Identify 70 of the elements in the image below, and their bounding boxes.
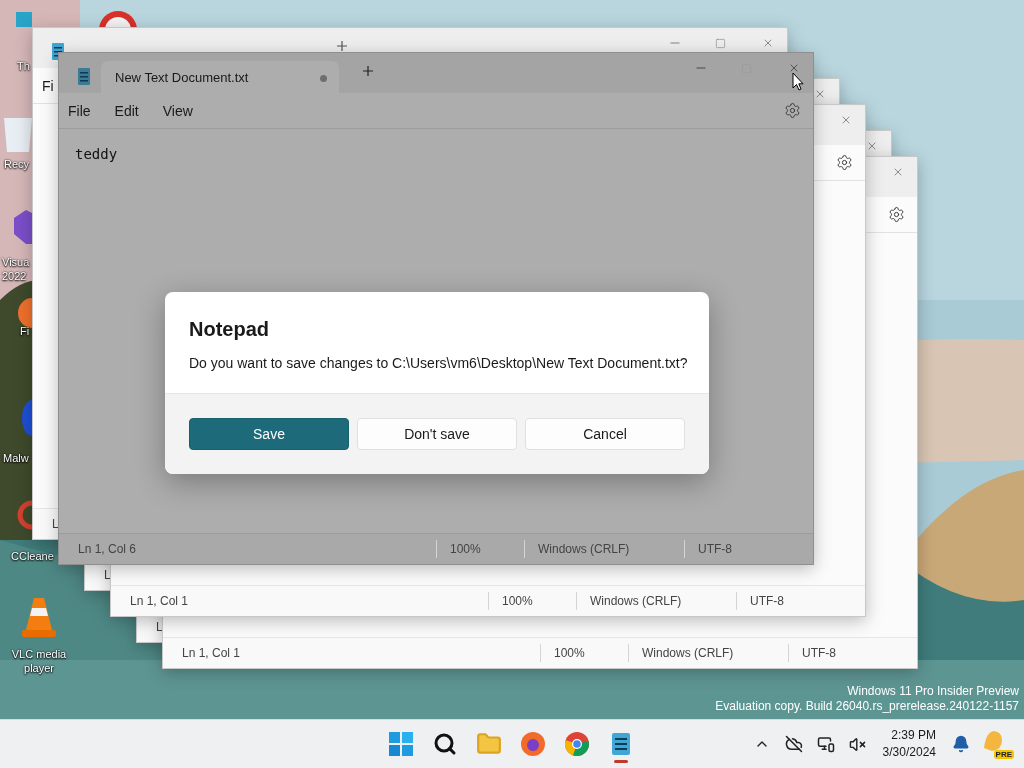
status-text: 100%: [554, 645, 585, 662]
windows-logo-icon: [389, 732, 413, 756]
browser-icon: [565, 732, 589, 756]
document-tab[interactable]: New Text Document.txt: [101, 61, 339, 93]
status-text: 100%: [450, 541, 481, 558]
gear-icon: [835, 153, 853, 171]
new-tab-button[interactable]: [337, 41, 347, 51]
status-text: L: [104, 567, 111, 584]
menu-item[interactable]: File: [64, 98, 95, 123]
maximize-icon: [714, 37, 726, 49]
status-text: Windows (CRLF): [642, 645, 734, 662]
gear-icon: [783, 101, 801, 119]
plus-icon: [363, 66, 373, 76]
status-text: 100%: [502, 593, 533, 610]
gear-icon: [887, 205, 905, 223]
monitor-icon: [16, 12, 32, 27]
status-text: Windows (CRLF): [538, 541, 630, 558]
notepad-icon: [612, 733, 630, 755]
status-text: L: [52, 516, 59, 533]
notepad-icon: [78, 68, 90, 85]
folder-icon: [476, 731, 502, 757]
close-button[interactable]: [762, 37, 774, 49]
tab-title: New Text Document.txt: [115, 70, 249, 85]
traffic-cone-icon: [20, 596, 58, 638]
plus-icon: [337, 41, 347, 51]
close-button[interactable]: [866, 140, 878, 152]
dialog-button[interactable]: Cancel: [525, 418, 685, 450]
menu-item[interactable]: Fi: [38, 73, 58, 98]
close-button[interactable]: [788, 62, 800, 74]
search-icon: [433, 732, 457, 756]
status-text: Ln 1, Col 1: [182, 645, 241, 662]
os-notice-text: Evaluation copy. Build 26040.rs_prerelease.240122-1157: [715, 699, 1019, 714]
dialog-button[interactable]: Save: [189, 418, 349, 450]
dialog-title: Notepad: [189, 318, 270, 341]
mouse-cursor-icon: [792, 72, 804, 91]
status-text: UTF-8: [698, 541, 732, 558]
bell-icon: [952, 735, 970, 753]
status-text: L: [156, 619, 163, 636]
clock-button[interactable]: 2:39 PM 3/30/2024: [876, 727, 942, 761]
menu-item[interactable]: Edit: [110, 98, 143, 123]
status-text: Windows (CRLF): [590, 593, 682, 610]
close-button[interactable]: [840, 114, 852, 126]
desktop-icon-label[interactable]: VLC media player: [6, 647, 72, 675]
browser-icon: [16, 298, 32, 328]
app-icon: [16, 500, 32, 530]
status-text: UTF-8: [750, 593, 784, 610]
status-text: Ln 1, Col 1: [130, 593, 189, 610]
new-tab-button[interactable]: [363, 66, 373, 76]
status-text: UTF-8: [802, 645, 836, 662]
copilot-icon: [984, 730, 1004, 751]
desktop-icon-label[interactable]: Malw: [3, 451, 29, 465]
dialog-button[interactable]: Don't save: [357, 418, 517, 450]
speaker-muted-icon: [849, 735, 867, 753]
dialog-message: Do you want to save changes to C:\Users\vm6\Desktop\New Text Document.txt?: [189, 355, 685, 371]
menu-item[interactable]: View: [158, 98, 197, 123]
date-text: 3/30/2024: [882, 744, 936, 761]
desktop-icon-label[interactable]: Fi: [20, 324, 30, 338]
browser-icon: [521, 732, 545, 756]
time-text: 2:39 PM: [891, 727, 936, 744]
document-text: teddy: [75, 146, 118, 162]
close-button[interactable]: [814, 88, 826, 100]
copilot-button[interactable]: PRE: [980, 727, 1014, 761]
cloud-off-icon: [784, 735, 803, 753]
status-text: Ln 1, Col 6: [78, 541, 137, 558]
active-indicator: [614, 760, 628, 763]
network-icon: [816, 735, 835, 753]
desktop-icon-label[interactable]: CCleane: [11, 549, 54, 563]
close-button[interactable]: [892, 166, 904, 178]
preview-badge: PRE: [993, 750, 1014, 759]
os-notice-text: Windows 11 Pro Insider Preview: [847, 684, 1019, 699]
